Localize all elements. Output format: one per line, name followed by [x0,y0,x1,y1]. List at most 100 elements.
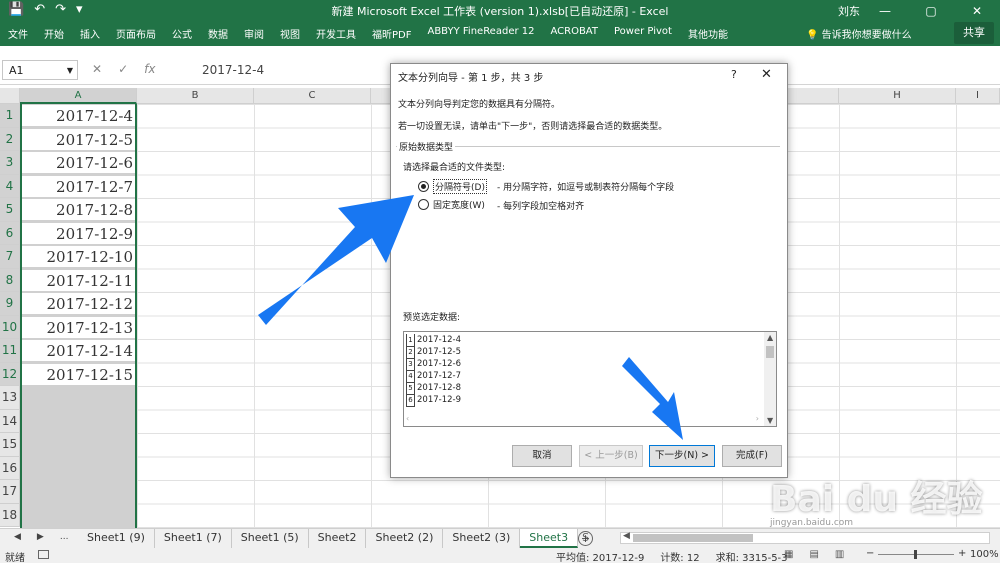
back-button[interactable]: < 上一步(B) [579,445,643,467]
tab-view[interactable]: 视图 [272,26,308,41]
fixed-width-label[interactable]: 固定宽度(W) [433,198,485,211]
column-header[interactable]: C [254,88,371,104]
select-all-corner[interactable] [0,88,20,104]
row-header[interactable]: 4 [0,174,20,198]
scroll-down-icon[interactable]: ▼ [767,416,773,425]
radio-delimited[interactable]: 分隔符号(D) [418,179,487,194]
row-header[interactable]: 16 [0,456,20,480]
tab-home[interactable]: 开始 [36,26,72,41]
row-header[interactable]: 10 [0,315,20,339]
cancel-icon[interactable]: ✕ [92,62,102,76]
row-header[interactable]: 3 [0,151,20,175]
tab-insert[interactable]: 插入 [72,26,108,41]
next-sheet-icon[interactable]: ▶ [37,532,44,542]
row-header[interactable]: 5 [0,198,20,222]
tab-abbyy[interactable]: ABBYY FineReader 12 [419,26,542,41]
column-header[interactable]: B [137,88,254,104]
cell-a10[interactable]: 2017-12-13 [22,316,135,339]
close-icon[interactable]: ✕ [761,67,772,82]
cell-a5[interactable]: 2017-12-8 [22,199,135,221]
tab-data[interactable]: 数据 [200,26,236,41]
cell-a4[interactable]: 2017-12-7 [22,175,135,198]
scroll-up-icon[interactable]: ▲ [767,333,773,342]
close-window-button[interactable]: ✕ [954,0,1000,22]
preview-horizontal-scrollbar[interactable]: ‹ › [403,414,763,425]
scroll-thumb[interactable] [766,346,774,358]
sheet-tab-active[interactable]: Sheet3 [520,529,579,548]
cell-a2[interactable]: 2017-12-5 [22,128,135,151]
more-sheets-icon[interactable]: ... [60,532,69,542]
row-header[interactable]: 13 [0,386,20,410]
column-header[interactable]: H [839,88,956,104]
scroll-thumb[interactable] [633,534,753,542]
sheet-tab[interactable]: Sheet1 (7) [155,529,232,548]
preview-vertical-scrollbar[interactable]: ▲ ▼ [764,332,776,426]
zoom-slider-thumb[interactable] [914,550,917,559]
scroll-left-icon[interactable]: ◀ [623,531,630,541]
user-name[interactable]: 刘东 [838,3,860,19]
row-header[interactable]: 9 [0,292,20,316]
row-header[interactable]: 11 [0,339,20,363]
scroll-left-icon[interactable]: ‹ [406,414,409,423]
tell-me-box[interactable]: 💡 告诉我你想要做什么 [806,26,912,41]
zoom-in-icon[interactable]: + [958,548,966,559]
add-sheet-icon[interactable]: + [578,531,593,546]
delimited-label[interactable]: 分隔符号(D) [433,179,487,194]
normal-view-icon[interactable]: ▦ [784,549,793,560]
horizontal-scrollbar[interactable]: ◀ [620,531,990,544]
cell-a7[interactable]: 2017-12-10 [22,246,135,268]
sheet-tab[interactable]: Sheet1 (5) [232,529,309,548]
tab-other[interactable]: 其他功能 [680,26,736,41]
row-header[interactable]: 14 [0,409,20,433]
sheet-tab[interactable]: Sheet2 (3) [443,529,521,548]
row-header[interactable]: 8 [0,268,20,292]
radio-fixed-width[interactable]: 固定宽度(W) [418,198,485,211]
radio-button[interactable] [418,199,429,210]
macro-record-icon[interactable] [38,550,49,559]
finish-button[interactable]: 完成(F) [722,445,782,467]
tab-page-layout[interactable]: 页面布局 [108,26,164,41]
row-header[interactable]: 12 [0,362,20,386]
cell-a11[interactable]: 2017-12-14 [22,340,135,362]
data-preview[interactable]: 1 2017-12-4 2 2017-12-5 3 2017-12-6 4 2017-1… [403,331,777,427]
row-header[interactable]: 1 [0,104,20,128]
sheet-tab[interactable]: Sheet1 (9) [78,529,155,548]
minimize-button[interactable]: — [862,0,908,22]
tab-formulas[interactable]: 公式 [164,26,200,41]
tab-file[interactable]: 文件 [0,26,36,41]
row-header[interactable]: 2 [0,127,20,151]
row-header[interactable]: 15 [0,433,20,457]
insert-function-icon[interactable]: fx [144,62,155,76]
zoom-level[interactable]: 100% [970,549,999,560]
cell-a1[interactable]: 2017-12-4 [22,105,135,127]
cell-a6[interactable]: 2017-12-9 [22,222,135,245]
cell-a9[interactable]: 2017-12-12 [22,293,135,315]
tab-review[interactable]: 审阅 [236,26,272,41]
column-header[interactable]: I [956,88,1000,104]
tab-acrobat[interactable]: ACROBAT [542,26,606,41]
sheet-tab[interactable]: Sheet2 (2) [366,529,444,548]
column-header[interactable]: A [20,88,137,104]
row-header[interactable]: 18 [0,503,20,527]
help-icon[interactable]: ? [731,68,737,81]
row-header[interactable]: 17 [0,480,20,504]
next-button[interactable]: 下一步(N) > [649,445,715,467]
cell-a12[interactable]: 2017-12-15 [22,363,135,386]
tab-foxit-pdf[interactable]: 福昕PDF [364,26,419,41]
row-header[interactable]: 6 [0,221,20,245]
cancel-button[interactable]: 取消 [512,445,572,467]
maximize-button[interactable]: ▢ [908,0,954,22]
page-layout-view-icon[interactable]: ▤ [809,549,818,560]
page-break-view-icon[interactable]: ▥ [835,549,844,560]
radio-button[interactable] [418,181,429,192]
sheet-tab[interactable]: Sheet2 [309,529,367,548]
chevron-down-icon[interactable]: ▼ [67,61,73,81]
tab-developer[interactable]: 开发工具 [308,26,364,41]
enter-icon[interactable]: ✓ [118,62,128,76]
cell-a3[interactable]: 2017-12-6 [22,152,135,174]
share-button[interactable]: 共享 [954,22,994,44]
zoom-out-icon[interactable]: − [866,548,874,559]
row-header[interactable]: 7 [0,245,20,269]
scroll-right-icon[interactable]: › [756,414,759,423]
name-box[interactable]: A1 ▼ [2,60,78,80]
